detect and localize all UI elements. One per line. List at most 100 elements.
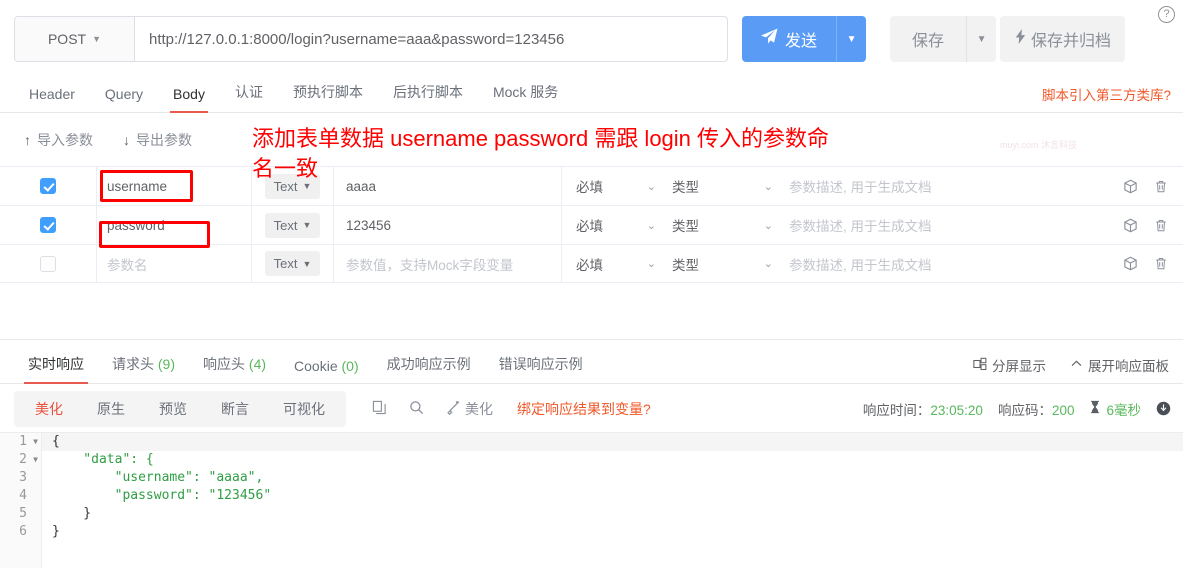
param-name-input[interactable]: 参数名: [97, 244, 252, 283]
bind-response-to-variable-link[interactable]: 绑定响应结果到变量?: [517, 399, 651, 419]
param-type-select[interactable]: Text ▼: [264, 173, 321, 199]
segment-beautify[interactable]: 美化: [18, 391, 80, 427]
delete-icon[interactable]: [1154, 218, 1168, 233]
third-party-library-link[interactable]: 脚本引入第三方类库?: [1042, 84, 1171, 104]
param-type-select[interactable]: Text ▼: [264, 212, 321, 238]
table-row: password Text ▼ 123456 必填 ⌄ 类型 ⌄ 参数描述, 用…: [0, 205, 1183, 245]
segment-label: 断言: [221, 400, 249, 417]
url-input[interactable]: http://127.0.0.1:8000/login?username=aaa…: [135, 17, 727, 61]
download-circle-icon[interactable]: [1156, 401, 1171, 416]
param-name-input[interactable]: password: [97, 205, 252, 245]
response-tab-label: Cookie: [294, 358, 338, 374]
box-icon[interactable]: [1123, 179, 1138, 194]
line-number: 1: [19, 434, 27, 449]
segment-assert[interactable]: 断言: [204, 391, 266, 427]
chevron-down-icon: ▼: [92, 34, 102, 44]
response-tab-label: 实时响应: [28, 356, 84, 372]
copy-button[interactable]: [372, 400, 387, 418]
question-circle-icon[interactable]: ?: [1158, 6, 1175, 23]
response-tab-response-headers[interactable]: 响应头 (4): [189, 354, 280, 383]
chevron-down-icon: ▼: [846, 33, 857, 45]
segment-raw[interactable]: 原生: [80, 391, 142, 427]
fold-toggle-icon[interactable]: ▼: [33, 433, 38, 451]
response-body-code-viewer[interactable]: 1 ▼ 2 ▼ 3 4 5 6 { "data": { "username": "a…: [0, 432, 1183, 568]
param-value-input[interactable]: aaaa: [334, 166, 562, 206]
param-desc-input[interactable]: 参数描述, 用于生成文档: [785, 206, 1107, 245]
send-dropdown-toggle[interactable]: ▼: [836, 16, 866, 62]
box-icon[interactable]: [1123, 256, 1138, 271]
param-type-select[interactable]: Text ▼: [264, 251, 321, 276]
code-line: }: [52, 506, 92, 521]
save-button-main[interactable]: 保存: [890, 16, 966, 62]
param-required-select[interactable]: 必填 ⌄: [562, 167, 668, 206]
param-desc-input[interactable]: 参数描述, 用于生成文档: [785, 167, 1107, 206]
response-duration-value: 6毫秒: [1106, 402, 1141, 418]
export-params-button[interactable]: ↓ 导出参数: [123, 130, 192, 150]
row-enabled-cell: [0, 244, 97, 283]
request-tab-bar: Header Query Body 认证 预执行脚本 后执行脚本 Mock 服务…: [0, 72, 1183, 113]
param-required-select[interactable]: 必填 ⌄: [562, 244, 668, 283]
param-name-value: password: [107, 217, 165, 233]
param-datatype-select[interactable]: 类型 ⌄: [668, 244, 785, 283]
param-datatype-select[interactable]: 类型 ⌄: [668, 167, 785, 206]
send-button-main[interactable]: 发送: [742, 16, 836, 62]
param-type-cell: Text ▼: [252, 166, 334, 206]
http-method-select[interactable]: POST ▼: [15, 17, 135, 61]
param-value-input[interactable]: 123456: [334, 205, 562, 245]
tab-body[interactable]: Body: [158, 86, 220, 113]
tab-header[interactable]: Header: [14, 86, 90, 112]
chevron-down-icon: ▼: [302, 258, 312, 269]
row-enabled-checkbox[interactable]: [40, 255, 56, 272]
split-screen-button[interactable]: 分屏显示: [973, 355, 1046, 375]
send-button[interactable]: 发送 ▼: [742, 16, 867, 62]
param-type-label: Text: [273, 178, 298, 194]
response-status-group: 响应时间：23:05:20 响应码：200 6毫秒: [863, 385, 1171, 432]
segment-preview[interactable]: 预览: [142, 391, 204, 427]
response-tab-request-headers[interactable]: 请求头 (9): [98, 354, 189, 383]
param-required-select[interactable]: 必填 ⌄: [562, 206, 668, 245]
tab-mock[interactable]: Mock 服务: [478, 82, 573, 112]
response-tab-error-example[interactable]: 错误响应示例: [485, 354, 597, 383]
import-params-button[interactable]: ↑ 导入参数: [24, 130, 93, 150]
tab-query[interactable]: Query: [90, 86, 158, 112]
tab-auth[interactable]: 认证: [220, 82, 278, 112]
param-desc-input[interactable]: 参数描述, 用于生成文档: [785, 244, 1107, 283]
delete-icon[interactable]: [1154, 256, 1168, 271]
delete-icon[interactable]: [1154, 179, 1168, 194]
chevron-down-icon: ⌄: [763, 180, 773, 193]
tab-post-script[interactable]: 后执行脚本: [378, 82, 478, 112]
segment-visualize[interactable]: 可视化: [266, 391, 342, 427]
param-required-label: 必填: [576, 180, 603, 195]
response-tab-cookie[interactable]: Cookie (0): [280, 358, 373, 383]
request-bar: POST ▼ http://127.0.0.1:8000/login?usern…: [0, 0, 1183, 72]
split-screen-label: 分屏显示: [992, 359, 1046, 374]
fold-toggle-icon[interactable]: ▼: [33, 451, 38, 469]
response-tab-label: 成功响应示例: [386, 356, 471, 372]
param-value-text: 123456: [346, 217, 392, 233]
tab-label: Header: [29, 86, 75, 102]
box-icon[interactable]: [1123, 218, 1138, 233]
lightning-icon: [1014, 29, 1027, 49]
code-gutter: 1 ▼ 2 ▼ 3 4 5 6: [0, 433, 42, 568]
copy-icon: [372, 400, 387, 418]
save-button[interactable]: 保存 ▼: [890, 16, 997, 62]
response-tab-success-example[interactable]: 成功响应示例: [373, 354, 485, 383]
param-datatype-select[interactable]: 类型 ⌄: [668, 206, 785, 245]
param-value-input[interactable]: 参数值，支持Mock字段变量: [334, 244, 562, 283]
beautify-button[interactable]: 美化: [446, 399, 493, 419]
response-code-value: 200: [1051, 402, 1075, 418]
row-enabled-checkbox[interactable]: [40, 217, 56, 233]
param-name-input[interactable]: username: [97, 166, 252, 206]
param-required-label: 必填: [576, 219, 603, 234]
response-tab-live[interactable]: 实时响应: [14, 354, 98, 384]
search-button[interactable]: [409, 400, 424, 418]
param-name-value: username: [107, 178, 168, 194]
segment-label: 预览: [159, 400, 187, 417]
save-dropdown-toggle[interactable]: ▼: [966, 16, 996, 62]
expand-response-panel-button[interactable]: 展开响应面板: [1070, 355, 1169, 375]
row-enabled-checkbox[interactable]: [40, 178, 56, 194]
hourglass-icon: [1089, 400, 1101, 417]
split-screen-icon: [973, 357, 987, 374]
tab-pre-script[interactable]: 预执行脚本: [278, 82, 378, 112]
save-and-archive-button[interactable]: 保存并归档: [1000, 16, 1126, 62]
